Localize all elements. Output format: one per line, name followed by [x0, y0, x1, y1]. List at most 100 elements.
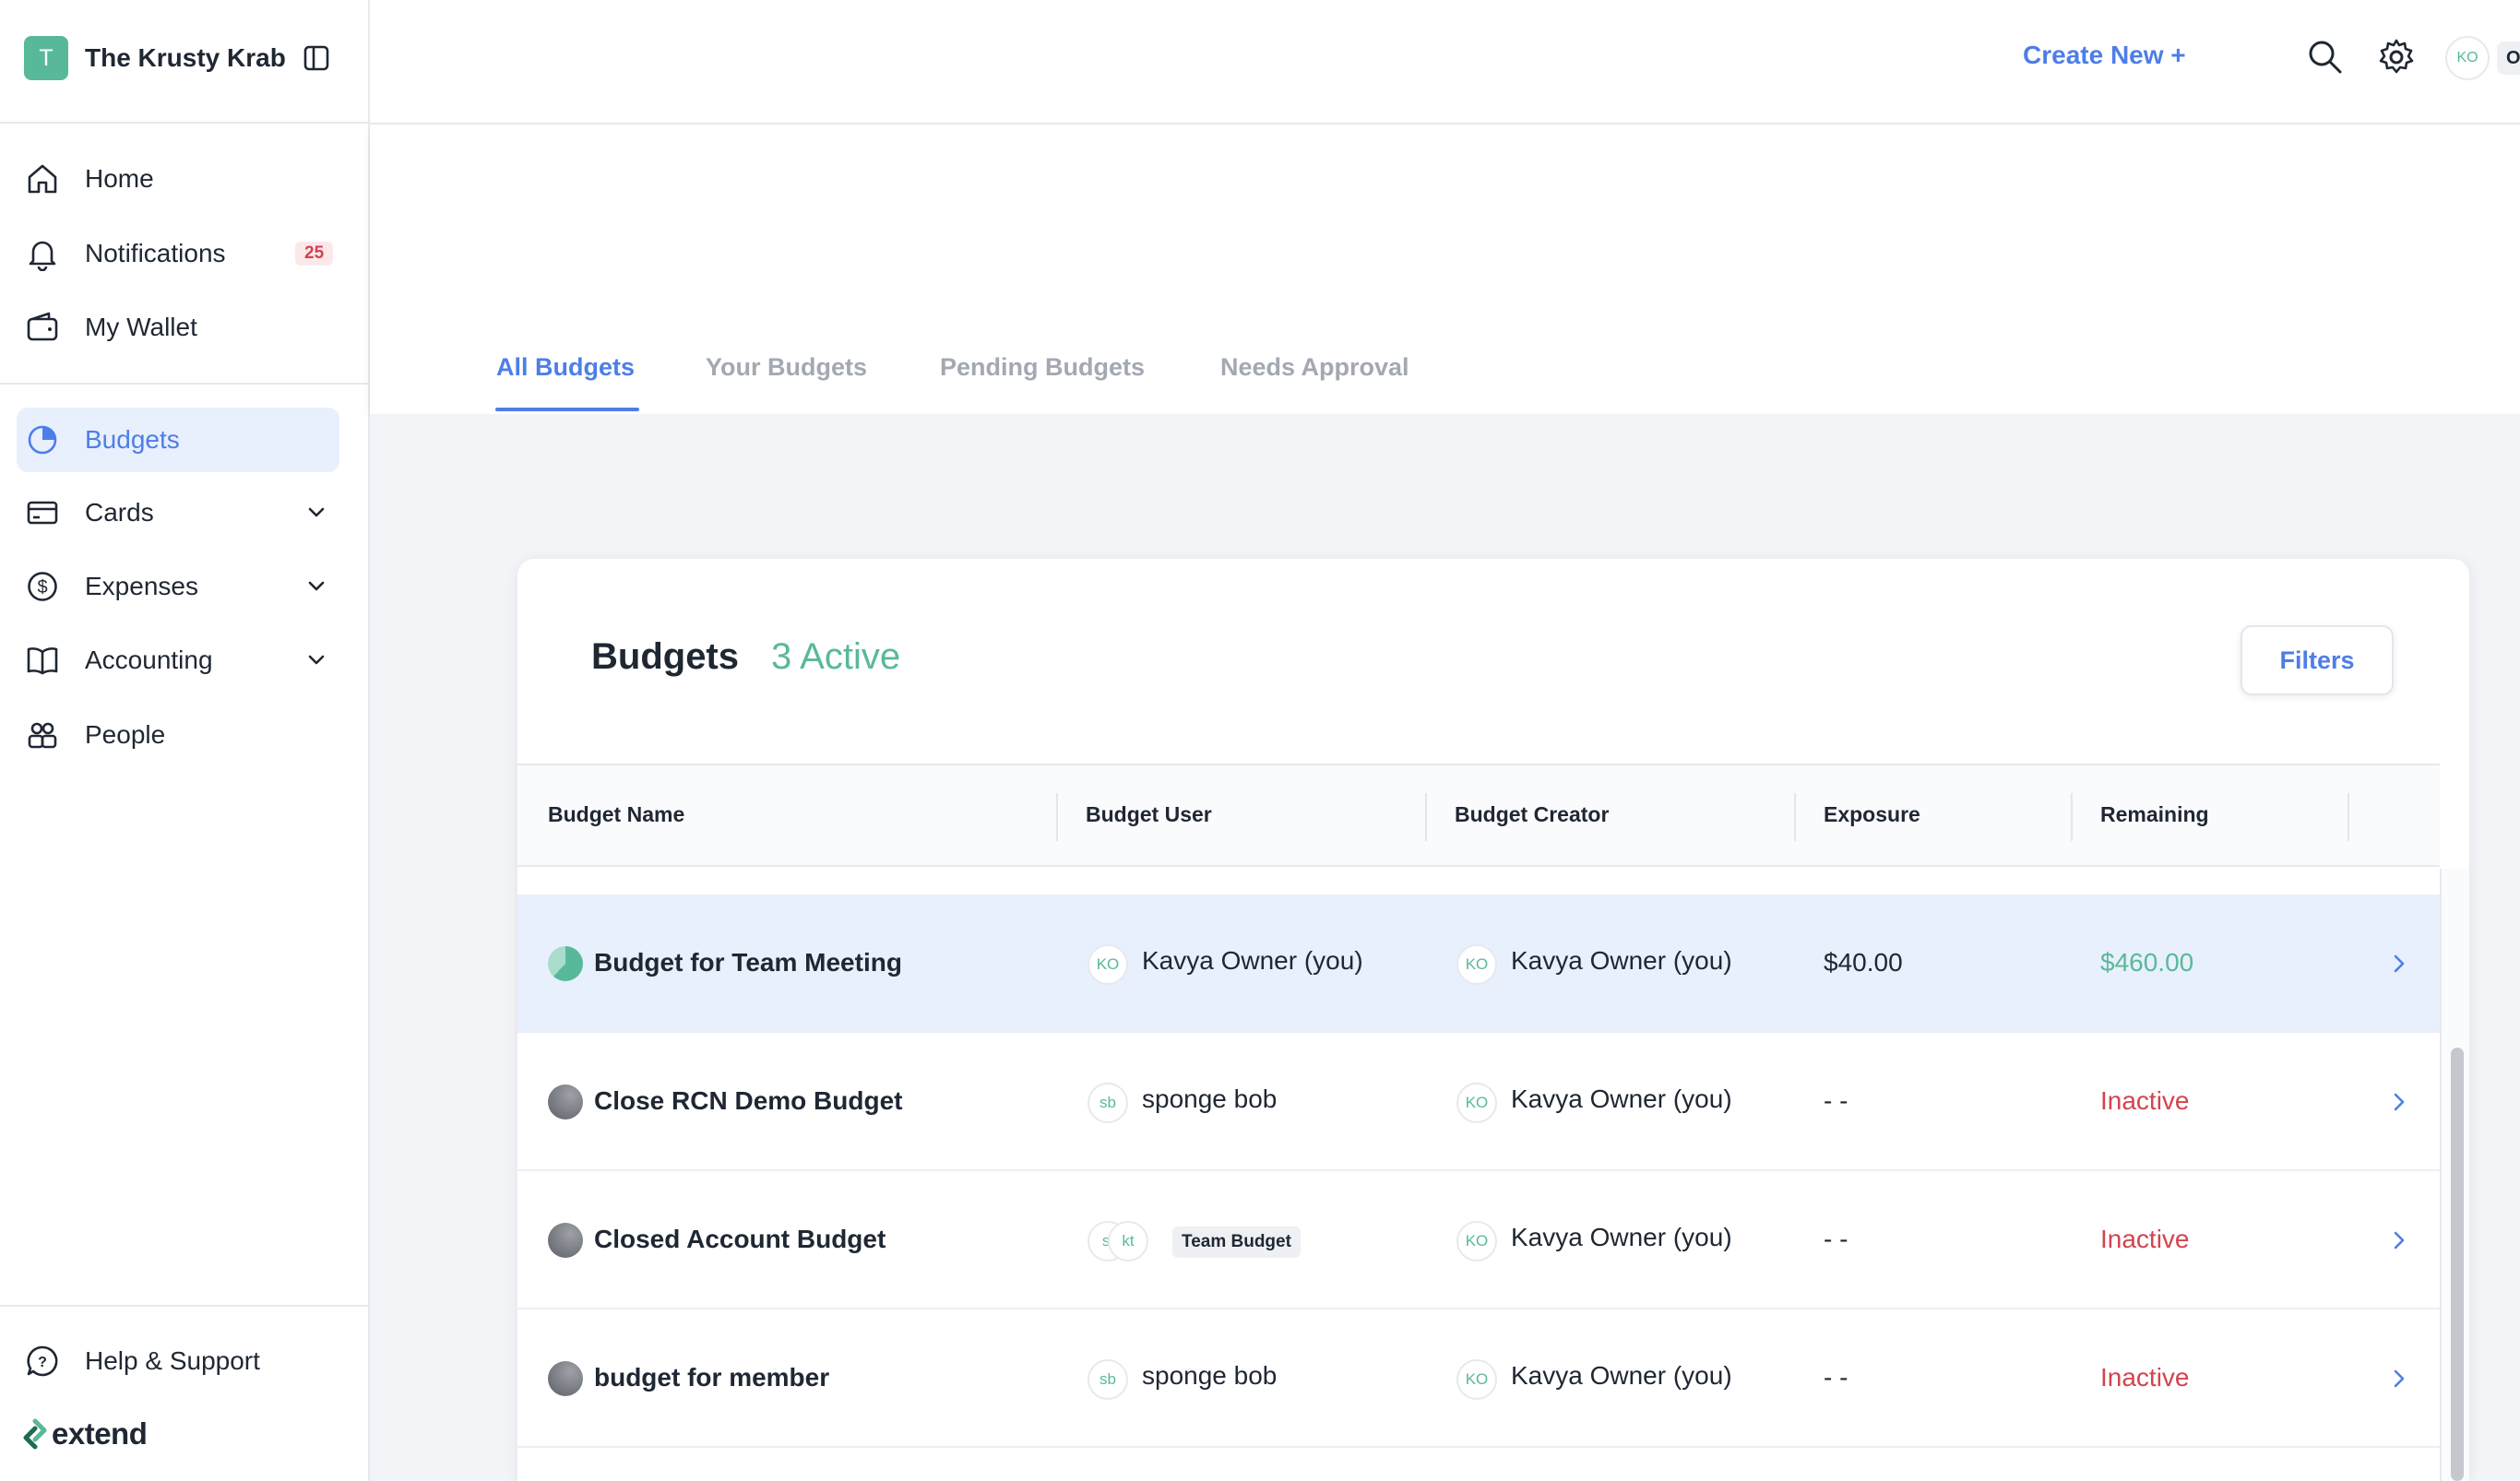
table-header: Budget Name Budget User Budget Creator E…: [517, 764, 2440, 867]
sidebar-divider: [0, 383, 368, 385]
table-row[interactable]: Budget for Team Meeting KO Kavya Owner (…: [517, 895, 2440, 1033]
sidebar-item-label: My Wallet: [85, 313, 197, 341]
sidebar-item-label: Budgets: [85, 425, 180, 454]
table-row[interactable]: budget for member sb sponge bob KO Kavya…: [517, 1309, 2440, 1448]
column-divider: [2348, 793, 2349, 841]
gear-icon[interactable]: [2376, 37, 2417, 77]
budget-status-inactive-icon: [548, 1223, 583, 1258]
chevron-right-icon[interactable]: [2385, 1365, 2413, 1392]
avatar: KO: [1088, 944, 1128, 985]
sidebar-item-label: Help & Support: [85, 1346, 260, 1375]
notification-count-badge: 25: [295, 242, 334, 266]
chevron-right-icon[interactable]: [2385, 950, 2413, 977]
budget-creator: Kavya Owner (you): [1511, 1084, 1732, 1113]
exposure-value: - -: [1824, 1363, 1848, 1392]
exposure-value: - -: [1824, 1225, 1848, 1253]
brand-name: extend: [52, 1416, 148, 1451]
extend-logo-icon: [23, 1418, 47, 1450]
scrollbar-thumb[interactable]: [2451, 1048, 2464, 1481]
sidebar-item-label: Cards: [85, 498, 154, 527]
tab-pending-budgets[interactable]: Pending Budgets: [940, 353, 1145, 382]
chevron-down-icon[interactable]: [303, 646, 330, 674]
budget-tabs: [370, 126, 2520, 414]
sidebar-item-accounting[interactable]: Accounting: [17, 628, 339, 693]
pie-chart-icon: [24, 421, 61, 458]
sidebar-collapse-icon[interactable]: [301, 42, 332, 74]
sidebar: T The Krusty Krab Home Notifications 25 …: [0, 0, 370, 1481]
column-header-remaining[interactable]: Remaining: [2100, 802, 2209, 827]
chevron-down-icon[interactable]: [303, 499, 330, 527]
budget-creator: Kavya Owner (you): [1511, 946, 1732, 975]
dollar-circle-icon: $: [24, 568, 61, 605]
sidebar-item-budgets[interactable]: Budgets: [17, 408, 339, 472]
avatar: kt: [1108, 1221, 1148, 1262]
avatar: KO: [1456, 1083, 1497, 1123]
wallet-icon: [24, 309, 61, 346]
remaining-value: Inactive: [2100, 1363, 2190, 1392]
remaining-value: Inactive: [2100, 1086, 2190, 1115]
page-title: Budgets: [591, 636, 739, 677]
budget-user: sponge bob: [1142, 1361, 1278, 1390]
budget-status-active-icon: [548, 946, 583, 981]
table-row[interactable]: Closed Account Budget sl kt Team Budget …: [517, 1171, 2440, 1309]
exposure-value: $40.00: [1824, 948, 1903, 977]
user-menu[interactable]: KO O: [2445, 36, 2520, 80]
budget-user: sponge bob: [1142, 1084, 1278, 1113]
org-name: The Krusty Krab: [85, 43, 286, 72]
budget-name: budget for member: [594, 1363, 830, 1392]
brand-logo: extend: [22, 1413, 148, 1455]
sidebar-item-label: Expenses: [85, 572, 198, 600]
exposure-value: - -: [1824, 1086, 1848, 1115]
sidebar-divider: [0, 122, 368, 124]
remaining-value: $460.00: [2100, 948, 2194, 977]
sidebar-item-people[interactable]: People: [17, 703, 339, 767]
svg-text:?: ?: [38, 1355, 47, 1370]
search-icon[interactable]: [2305, 37, 2346, 77]
filters-button[interactable]: Filters: [2241, 625, 2394, 695]
chevron-right-icon[interactable]: [2385, 1088, 2413, 1116]
avatar: KO: [1456, 1359, 1497, 1400]
team-budget-tag: Team Budget: [1172, 1226, 1301, 1258]
column-header-budget-creator[interactable]: Budget Creator: [1455, 802, 1609, 827]
top-bar: Create New + KO O: [370, 0, 2520, 124]
active-count: 3 Active: [771, 636, 901, 677]
bell-icon: [24, 235, 61, 272]
remaining-value: Inactive: [2100, 1225, 2190, 1253]
tab-needs-approval[interactable]: Needs Approval: [1220, 353, 1409, 382]
budget-status-inactive-icon: [548, 1361, 583, 1396]
avatar: sb: [1088, 1083, 1128, 1123]
table-row[interactable]: Close RCN Demo Budget sb sponge bob KO K…: [517, 1033, 2440, 1171]
column-divider: [1425, 793, 1427, 841]
sidebar-divider: [0, 1305, 368, 1307]
column-header-budget-user[interactable]: Budget User: [1086, 802, 1212, 827]
org-switcher[interactable]: T The Krusty Krab: [24, 35, 347, 81]
budget-name: Close RCN Demo Budget: [594, 1086, 903, 1115]
sidebar-item-label: People: [85, 720, 166, 749]
book-icon: [24, 642, 61, 679]
column-divider: [2071, 793, 2073, 841]
budgets-card: Budgets 3 Active Filters Budget Name Bud…: [517, 559, 2469, 1481]
sidebar-item-cards[interactable]: Cards: [17, 480, 339, 545]
column-divider: [1794, 793, 1796, 841]
tab-your-budgets[interactable]: Your Budgets: [706, 353, 867, 382]
sidebar-item-home[interactable]: Home: [17, 147, 339, 211]
create-new-button[interactable]: Create New +: [2023, 41, 2186, 70]
budget-creator: Kavya Owner (you): [1511, 1223, 1732, 1251]
budget-name: Closed Account Budget: [594, 1225, 886, 1253]
budget-creator: Kavya Owner (you): [1511, 1361, 1732, 1390]
chevron-down-icon[interactable]: [303, 573, 330, 600]
people-icon: [24, 717, 61, 753]
sidebar-item-label: Accounting: [85, 646, 213, 674]
sidebar-item-help[interactable]: ? Help & Support: [17, 1329, 339, 1393]
sidebar-item-label: Home: [85, 164, 154, 193]
user-tag: O: [2497, 41, 2520, 75]
sidebar-item-notifications[interactable]: Notifications 25: [17, 221, 339, 286]
chevron-right-icon[interactable]: [2385, 1226, 2413, 1254]
credit-card-icon: [24, 494, 61, 531]
tab-all-budgets[interactable]: All Budgets: [496, 353, 635, 382]
sidebar-item-expenses[interactable]: $ Expenses: [17, 554, 339, 619]
help-chat-icon: ?: [24, 1343, 61, 1380]
sidebar-item-wallet[interactable]: My Wallet: [17, 295, 339, 360]
column-header-budget-name[interactable]: Budget Name: [548, 802, 684, 827]
column-header-exposure[interactable]: Exposure: [1824, 802, 1920, 827]
